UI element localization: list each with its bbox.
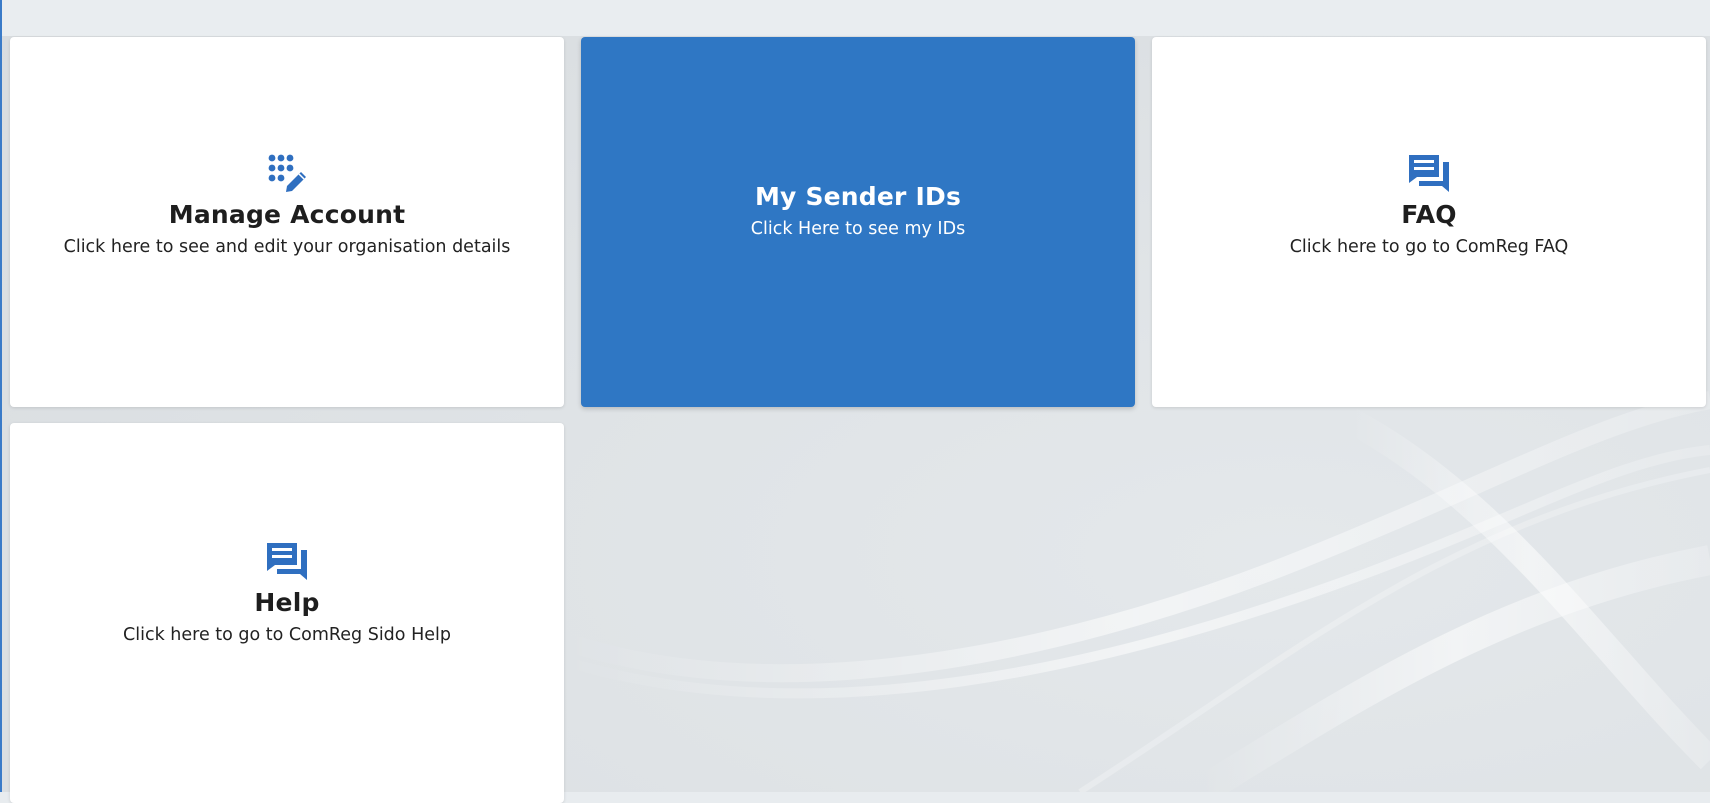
manage-account-content: Manage Account Click here to see and edi… bbox=[63, 152, 511, 258]
faq-card[interactable]: FAQ Click here to go to ComReg FAQ bbox=[1152, 37, 1706, 407]
card-title: Manage Account bbox=[168, 200, 406, 229]
help-card[interactable]: Help Click here to go to ComReg Sido Hel… bbox=[10, 423, 564, 803]
card-title: FAQ bbox=[1401, 200, 1457, 229]
card-description: Click here to go to ComReg FAQ bbox=[1289, 237, 1569, 257]
card-description: Click Here to see my IDs bbox=[750, 219, 966, 239]
card-title: Help bbox=[254, 588, 320, 617]
card-description: Click here to go to ComReg Sido Help bbox=[123, 625, 451, 645]
top-strip bbox=[0, 0, 1710, 36]
my-sender-ids-content: My Sender IDs Click Here to see my IDs bbox=[751, 170, 965, 240]
card-description: Click here to see and edit your organisa… bbox=[63, 237, 511, 257]
dialpad-edit-icon bbox=[268, 154, 306, 192]
my-sender-ids-card[interactable]: My Sender IDs Click Here to see my IDs bbox=[581, 37, 1135, 407]
faq-content: FAQ Click here to go to ComReg FAQ bbox=[1289, 152, 1569, 258]
manage-account-card[interactable]: Manage Account Click here to see and edi… bbox=[10, 37, 564, 407]
chat-bubbles-icon bbox=[267, 543, 307, 580]
chat-bubbles-icon bbox=[1409, 155, 1449, 192]
left-edge-accent bbox=[0, 0, 2, 792]
card-title: My Sender IDs bbox=[754, 182, 962, 211]
help-content: Help Click here to go to ComReg Sido Hel… bbox=[123, 540, 451, 646]
